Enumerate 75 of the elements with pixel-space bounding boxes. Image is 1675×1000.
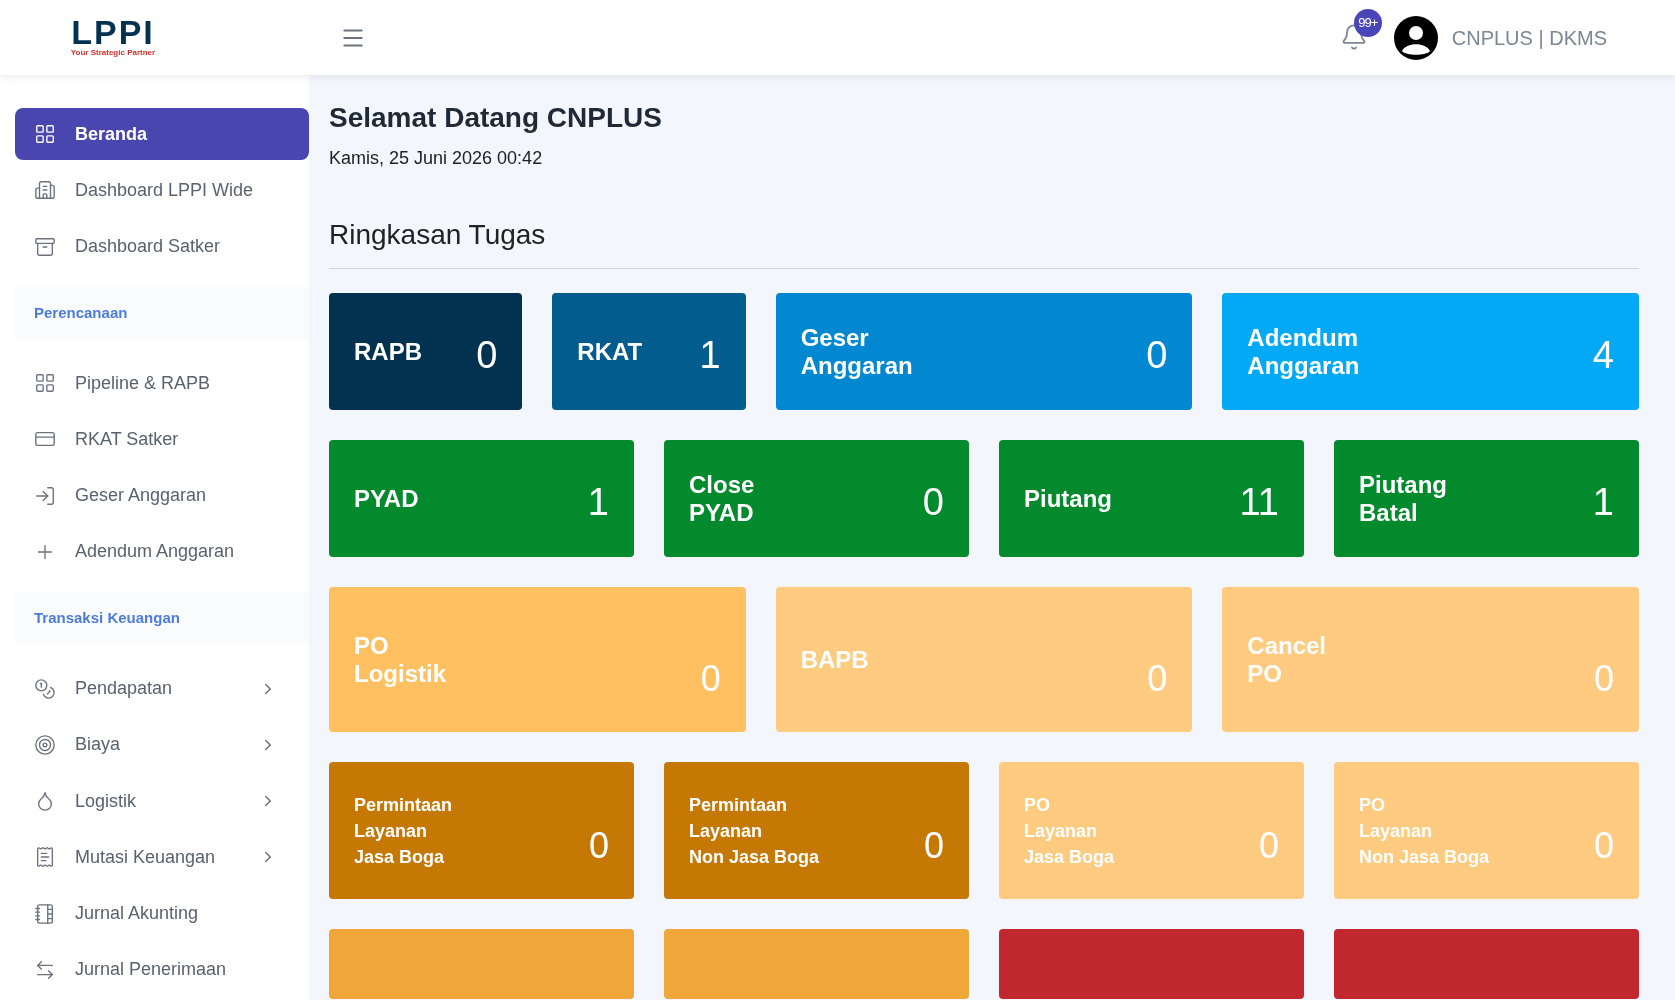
task-card[interactable]: RAPB 0	[329, 293, 523, 410]
card-count: 11	[1239, 480, 1279, 525]
card-count: 0	[476, 333, 498, 378]
card-label: Cancel PO	[1247, 631, 1327, 688]
greeting-title: Selamat Datang CNPLUS	[329, 101, 663, 135]
card-count: 0	[1147, 657, 1168, 701]
date-text: Kamis, 25 Juni 2026 00:42	[329, 147, 544, 170]
card-label: Piutang	[1024, 484, 1112, 513]
card-count: 0	[1593, 657, 1614, 701]
sidebar-item[interactable]: Dashboard Satker	[15, 220, 309, 273]
card-label: BAPB	[800, 645, 869, 674]
card-label: Piutang Batal	[1359, 470, 1447, 527]
login-icon	[34, 484, 56, 507]
task-card[interactable]: RKAT 1	[552, 293, 746, 410]
sidebar-item[interactable]: Beranda	[15, 108, 309, 161]
card-count: 0	[923, 824, 944, 868]
grid-icon	[34, 123, 56, 146]
sidebar-item[interactable]: Geser Anggaran	[15, 469, 309, 522]
card-label: Permintaan Layanan Non Jasa Boga	[689, 793, 820, 869]
card-count: 0	[1593, 824, 1614, 868]
notebook-icon	[34, 902, 56, 925]
task-card[interactable]: Geser Anggaran 0	[775, 293, 1193, 410]
sidebar-item[interactable]: Dashboard LPPI Wide	[15, 164, 309, 217]
section-title: Ringkasan Tugas	[329, 214, 1639, 269]
notification-badge: 99+	[1353, 8, 1382, 37]
sidebar-item[interactable]: Pipeline & RAPB	[15, 357, 309, 410]
card-count: 0	[1258, 824, 1279, 868]
sidebar-item[interactable]: Logistik	[15, 774, 309, 828]
sidebar-item[interactable]: Adendum Anggaran	[15, 525, 309, 579]
task-card[interactable]: Piutang 11	[999, 440, 1304, 557]
card-count: 0	[588, 824, 609, 868]
swap-arrows-icon	[34, 958, 56, 981]
target-icon	[34, 733, 56, 756]
card-label: PO Layanan Jasa Boga	[1024, 793, 1115, 869]
grid-icon	[34, 372, 56, 395]
card-count: 1	[587, 480, 609, 525]
sidebar-section-label: Perencanaan	[34, 302, 128, 323]
card-label: RAPB	[354, 337, 422, 366]
task-card[interactable]: Permintaan Layanan Non Jasa Boga 0	[664, 762, 969, 899]
receipt-icon	[34, 846, 56, 869]
sidebar-item[interactable]: Mutasi Keuangan	[15, 831, 309, 884]
card-label: Close PYAD	[689, 470, 755, 527]
task-card[interactable]	[664, 929, 969, 999]
card-label: PYAD	[354, 484, 419, 513]
user-name[interactable]: CNPLUS | DKMS	[1451, 22, 1607, 53]
card-count: 0	[922, 480, 944, 525]
sidebar-item[interactable]: Jurnal Akunting	[15, 887, 309, 940]
sidebar-section-label: Transaksi Keuangan	[34, 608, 180, 628]
logo[interactable]: LPPI Your Strategic Partner	[68, 16, 158, 59]
coins-icon	[34, 677, 56, 700]
archive-icon	[34, 235, 56, 258]
sidebar-item[interactable]: Biaya	[15, 718, 309, 771]
card-count: 4	[1592, 333, 1614, 378]
card-count: 1	[1592, 480, 1614, 525]
sidebar-item[interactable]: Pendapatan	[15, 662, 309, 715]
card-label: RKAT	[577, 337, 643, 366]
building-icon	[34, 179, 56, 202]
task-card[interactable]: PYAD 1	[329, 440, 634, 557]
card-count: 1	[699, 333, 721, 378]
card-label: Adendum Anggaran	[1247, 323, 1360, 380]
task-card[interactable]	[999, 929, 1304, 999]
card-label: PO Logistik	[354, 631, 446, 688]
card-label: PO Layanan Non Jasa Boga	[1359, 793, 1490, 869]
task-card[interactable]: Close PYAD 0	[664, 440, 969, 557]
card-count: 0	[700, 657, 721, 701]
sidebar-item[interactable]: Jurnal Penerimaan	[15, 943, 309, 996]
task-card[interactable]	[329, 929, 634, 999]
card-label: Permintaan Layanan Jasa Boga	[354, 793, 453, 869]
avatar-icon[interactable]	[1393, 15, 1438, 60]
task-card[interactable]	[1334, 929, 1639, 999]
card-label: Geser Anggaran	[800, 323, 913, 380]
task-card[interactable]: Permintaan Layanan Jasa Boga 0	[329, 762, 634, 899]
card-count: 0	[1146, 333, 1168, 378]
task-card[interactable]: Piutang Batal 1	[1334, 440, 1639, 557]
sidebar-item[interactable]: RKAT Satker	[15, 413, 309, 466]
